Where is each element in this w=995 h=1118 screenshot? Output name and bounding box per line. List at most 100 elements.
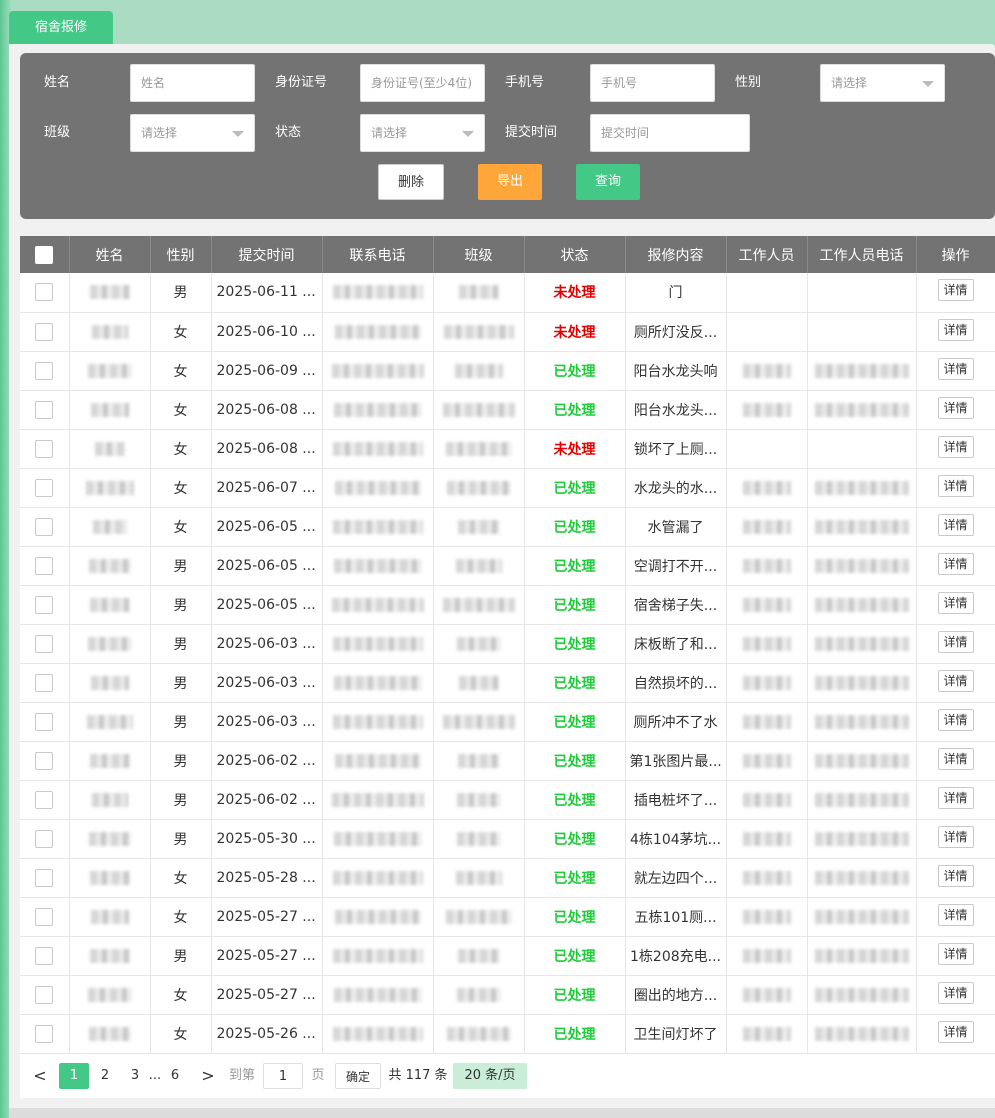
row-select-cell[interactable] [20, 546, 70, 586]
detail-button[interactable]: 详情 [937, 552, 974, 575]
detail-button[interactable]: 详情 [937, 903, 974, 926]
row-select-cell[interactable] [20, 273, 70, 313]
row-select-cell[interactable] [20, 663, 70, 703]
page-1-button[interactable]: 1 [59, 1063, 89, 1089]
row-checkbox[interactable] [35, 478, 54, 497]
row-checkbox[interactable] [35, 361, 54, 380]
goto-page-input[interactable]: 1 [263, 1063, 303, 1089]
detail-button[interactable]: 详情 [937, 747, 974, 770]
row-select-cell[interactable] [20, 741, 70, 781]
select-all-cell[interactable] [20, 236, 70, 273]
row-select-cell[interactable] [20, 429, 70, 469]
row-checkbox[interactable] [35, 673, 54, 692]
status-cell: 已处理 [524, 507, 626, 547]
export-button[interactable]: 导出 [478, 164, 542, 200]
tab-dorm-repair[interactable]: 宿舍报修 [9, 11, 113, 44]
page-3-button[interactable]: 3 [120, 1063, 150, 1089]
id-input[interactable]: 身份证号(至少4位) [360, 64, 485, 102]
row-checkbox[interactable] [35, 751, 54, 770]
class-select[interactable]: 请选择 [130, 114, 255, 152]
row-select-cell[interactable] [20, 780, 70, 820]
row-checkbox[interactable] [35, 907, 54, 926]
row-checkbox[interactable] [35, 322, 54, 341]
detail-button[interactable]: 详情 [937, 981, 974, 1004]
redacted-staff-phone [814, 714, 909, 729]
detail-button[interactable]: 详情 [937, 318, 974, 341]
detail-button[interactable]: 详情 [937, 825, 974, 848]
row-select-cell[interactable] [20, 897, 70, 937]
detail-button[interactable]: 详情 [937, 669, 974, 692]
detail-button[interactable]: 详情 [937, 942, 974, 965]
bottom-scrollbar[interactable] [9, 1108, 995, 1118]
row-select-cell[interactable] [20, 312, 70, 352]
detail-button[interactable]: 详情 [937, 279, 974, 301]
row-checkbox[interactable] [35, 1024, 54, 1043]
time-label: 提交时间 [505, 125, 558, 140]
row-select-cell[interactable] [20, 1014, 70, 1054]
detail-button[interactable]: 详情 [937, 513, 974, 536]
row-checkbox[interactable] [35, 517, 54, 536]
page-last-button[interactable]: 6 [162, 1063, 188, 1089]
class-cell [433, 897, 525, 937]
query-button[interactable]: 查询 [576, 164, 640, 200]
row-select-cell[interactable] [20, 507, 70, 547]
phone-cell [322, 975, 434, 1015]
goto-confirm-button[interactable]: 确定 [335, 1063, 381, 1089]
row-select-cell[interactable] [20, 819, 70, 859]
row-select-cell[interactable] [20, 975, 70, 1015]
gender-select[interactable]: 请选择 [820, 64, 945, 102]
row-checkbox[interactable] [35, 712, 54, 731]
detail-button[interactable]: 详情 [937, 474, 974, 497]
row-select-cell[interactable] [20, 702, 70, 742]
status-select[interactable]: 请选择 [360, 114, 485, 152]
status-badge: 已处理 [553, 987, 596, 1004]
phone-input[interactable]: 手机号 [590, 64, 715, 102]
redacted-phone [331, 597, 424, 612]
row-select-cell[interactable] [20, 585, 70, 625]
detail-button[interactable]: 详情 [937, 435, 974, 458]
page-size-select[interactable]: 20 条/页 [453, 1063, 527, 1089]
action-cell: 详情 [916, 741, 995, 781]
status-cell: 已处理 [524, 546, 626, 586]
detail-button[interactable]: 详情 [937, 630, 974, 653]
col-class: 班级 [433, 236, 525, 273]
prev-page-button[interactable]: < [30, 1063, 50, 1089]
row-checkbox[interactable] [35, 439, 54, 458]
detail-button[interactable]: 详情 [937, 591, 974, 614]
action-cell: 详情 [916, 897, 995, 937]
table-row: 男 2025-06-03 ... 已处理 自然损坏的... 详情 [20, 663, 995, 703]
row-select-cell[interactable] [20, 390, 70, 430]
detail-button[interactable]: 详情 [937, 396, 974, 419]
detail-button[interactable]: 详情 [937, 864, 974, 887]
gender-cell: 女 [150, 507, 212, 547]
select-all-checkbox[interactable] [35, 245, 54, 264]
row-checkbox[interactable] [35, 868, 54, 887]
row-select-cell[interactable] [20, 468, 70, 508]
row-select-cell[interactable] [20, 858, 70, 898]
detail-button[interactable]: 详情 [937, 786, 974, 809]
gender-cell: 男 [150, 780, 212, 820]
row-checkbox[interactable] [35, 946, 54, 965]
detail-button[interactable]: 详情 [937, 1020, 974, 1043]
row-checkbox[interactable] [35, 283, 54, 302]
row-select-cell[interactable] [20, 936, 70, 976]
time-input[interactable]: 提交时间 [590, 114, 750, 152]
row-checkbox[interactable] [35, 829, 54, 848]
row-checkbox[interactable] [35, 634, 54, 653]
row-checkbox[interactable] [35, 595, 54, 614]
name-input[interactable]: 姓名 [130, 64, 255, 102]
detail-button[interactable]: 详情 [937, 357, 974, 380]
row-checkbox[interactable] [35, 790, 54, 809]
phone-cell [322, 507, 434, 547]
redacted-phone [332, 285, 423, 300]
row-checkbox[interactable] [35, 556, 54, 575]
row-checkbox[interactable] [35, 985, 54, 1004]
row-select-cell[interactable] [20, 351, 70, 391]
delete-button[interactable]: 删除 [378, 164, 444, 200]
next-page-button[interactable]: > [196, 1063, 220, 1089]
detail-button[interactable]: 详情 [937, 708, 974, 731]
row-checkbox[interactable] [35, 400, 54, 419]
staff-cell [726, 351, 808, 391]
row-select-cell[interactable] [20, 624, 70, 664]
page-2-button[interactable]: 2 [90, 1063, 120, 1089]
